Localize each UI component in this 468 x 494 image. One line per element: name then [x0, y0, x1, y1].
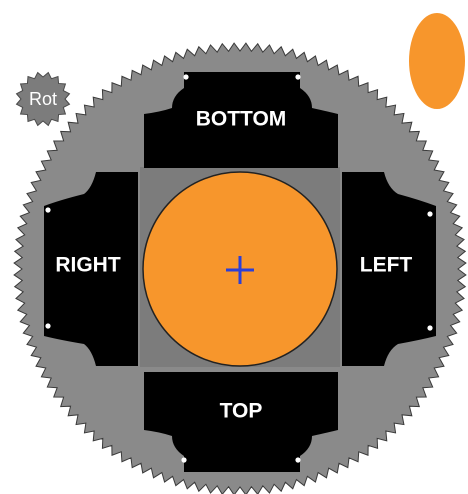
panel-right-label: RIGHT — [55, 254, 121, 277]
panel-left-label: LEFT — [360, 254, 413, 277]
panel-right-screw-bottom — [45, 323, 51, 329]
panel-top-screw-left — [181, 457, 187, 463]
rotate-button[interactable]: Rot — [15, 71, 71, 127]
panel-top-screw-right — [295, 457, 301, 463]
panel-bottom-label: BOTTOM — [196, 108, 287, 131]
dial-stage: BOTTOM TOP RIGHT LEFT Rot — [13, 13, 467, 494]
panel-left[interactable]: LEFT — [342, 172, 436, 366]
panel-bottom-screw-right — [295, 74, 301, 80]
panel-right-screw-top — [45, 207, 51, 213]
panel-left-screw-bottom — [427, 325, 433, 331]
panel-top-label: TOP — [220, 400, 263, 423]
rotate-button-label: Rot — [29, 89, 57, 109]
orange-ellipse-swatch[interactable] — [409, 13, 465, 109]
panel-bottom-screw-left — [183, 74, 189, 80]
panel-left-screw-top — [427, 211, 433, 217]
